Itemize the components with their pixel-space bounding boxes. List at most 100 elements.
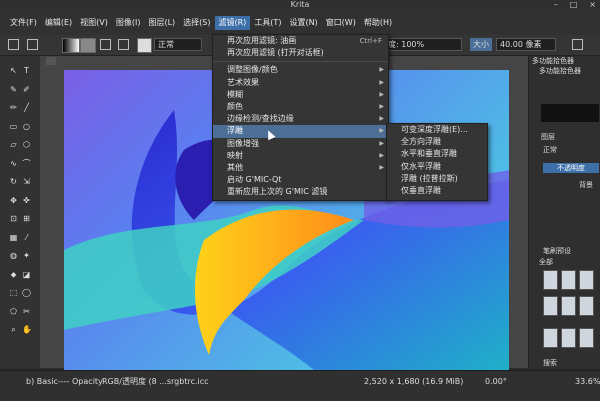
filter-menu-item[interactable]: 映射 ▶ xyxy=(213,150,388,162)
calligraphy-icon[interactable]: ✎ xyxy=(9,85,18,94)
filter-menu-item-label: 重新应用上次的 G'MIC 滤镜 xyxy=(227,187,328,197)
reference-icon[interactable]: ◪ xyxy=(22,270,31,279)
color-space: RGB/透明度 (8 ...srgbtrc.icc xyxy=(102,377,209,386)
brush-preset-icon[interactable] xyxy=(137,38,152,53)
filter-menu-item[interactable]: 浮雕 ▶ xyxy=(213,125,388,138)
filter-menu-item[interactable]: 模糊 ▶ xyxy=(213,89,388,101)
new-document-icon[interactable] xyxy=(8,39,19,50)
submenu-arrow-icon: ▶ xyxy=(379,66,384,74)
opacity-field[interactable]: 度: 100% xyxy=(384,38,462,51)
filter-menu-item[interactable]: 再次应用滤镜 (打开对话框) xyxy=(213,47,388,59)
menu-3[interactable]: 图像(I) xyxy=(112,16,145,30)
ellipse-icon[interactable]: ○ xyxy=(22,122,31,131)
menu-2[interactable]: 视图(V) xyxy=(76,16,112,30)
emboss-menu-item[interactable]: 仅水平浮雕 xyxy=(387,161,487,173)
colorpicker-icon[interactable]: ⁄ xyxy=(22,233,31,242)
layer-name[interactable]: 背景 xyxy=(579,181,593,190)
rect-select-icon[interactable]: ⬚ xyxy=(9,288,18,297)
brush-preset-thumbnail[interactable] xyxy=(579,270,594,290)
filter-menu-item[interactable]: 再次应用滤镜: 油画 Ctrl+F xyxy=(213,35,388,47)
polygon-icon[interactable]: ▱ xyxy=(9,140,18,149)
brush-preset-thumbnail[interactable] xyxy=(561,270,576,290)
filter-menu-item-label: 映射 xyxy=(227,150,243,160)
transform-icon[interactable]: ✥ xyxy=(9,196,18,205)
filter-menu-item[interactable]: 重新应用上次的 G'MIC 滤镜 xyxy=(213,186,388,198)
close-icon[interactable]: × xyxy=(589,0,596,10)
image-size: 2,520 x 1,680 (16.9 MiB) xyxy=(364,377,464,386)
pattern-selector[interactable] xyxy=(80,38,96,53)
foreground-color-icon[interactable] xyxy=(100,39,111,50)
move-icon[interactable]: ✜ xyxy=(22,196,31,205)
color-selector-widget[interactable] xyxy=(541,104,599,122)
layer-blend-mode[interactable]: 正常 xyxy=(543,146,557,155)
color-selector-tab[interactable]: 多功能拾色器 xyxy=(539,67,581,76)
filter-menu-item[interactable]: 边缘检测/查找边缘 ▶ xyxy=(213,113,388,125)
brush-preset-thumbnail[interactable] xyxy=(579,296,594,316)
contiguous-select-icon[interactable]: ✂ xyxy=(22,307,31,316)
crop-icon[interactable]: ⊡ xyxy=(9,214,18,223)
zoom-icon[interactable]: ⌕ xyxy=(9,325,18,334)
menu-6[interactable]: 滤镜(R) xyxy=(214,15,251,30)
emboss-menu-item[interactable]: 水平和垂直浮雕 xyxy=(387,148,487,160)
gradient-icon[interactable]: ▦ xyxy=(9,233,18,242)
dynamic-brush-icon[interactable]: ↻ xyxy=(9,177,18,186)
brush-preset-thumbnail[interactable] xyxy=(579,328,594,348)
menu-4[interactable]: 图层(L) xyxy=(144,16,179,30)
freehand-path-icon[interactable]: ⌒ xyxy=(22,159,31,168)
polygon-select-icon[interactable]: ⬠ xyxy=(9,307,18,316)
polyline-icon[interactable]: ⬡ xyxy=(22,140,31,149)
emboss-menu-item[interactable]: 仅垂直浮雕 xyxy=(387,185,487,197)
minimize-icon[interactable]: – xyxy=(554,0,558,10)
filter-menu-item[interactable]: 颜色 ▶ xyxy=(213,101,388,113)
menu-7[interactable]: 工具(T) xyxy=(250,16,285,30)
blend-mode-select[interactable]: 正常 xyxy=(154,38,202,51)
layer-opacity-button[interactable]: 不透明度 xyxy=(543,163,599,173)
menu-9[interactable]: 窗口(W) xyxy=(322,16,360,30)
menu-10[interactable]: 帮助(H) xyxy=(360,16,396,30)
document-tab[interactable] xyxy=(46,57,56,65)
multibrush-icon[interactable]: ⇲ xyxy=(22,177,31,186)
brush-preset-thumbnail[interactable] xyxy=(561,296,576,316)
menu-5[interactable]: 选择(S) xyxy=(179,16,214,30)
measure-icon[interactable]: ⬥ xyxy=(9,270,18,279)
brush-tag-select[interactable]: 全部 xyxy=(539,258,553,267)
brush-preset-thumbnail[interactable] xyxy=(561,328,576,348)
brush-preset-thumbnail[interactable] xyxy=(543,270,558,290)
grid-icon[interactable]: ⊞ xyxy=(22,214,31,223)
open-document-icon[interactable] xyxy=(27,39,38,50)
emboss-menu-item[interactable]: 浮雕 (拉普拉斯) xyxy=(387,173,487,185)
background-color-icon[interactable] xyxy=(118,39,129,50)
zoom-level[interactable]: 33.6% xyxy=(575,377,600,387)
gradient-selector[interactable] xyxy=(62,38,80,53)
filter-menu-item-label: 颜色 xyxy=(227,101,243,111)
pan-icon[interactable]: ✋ xyxy=(22,325,32,334)
menu-0[interactable]: 文件(F) xyxy=(6,16,41,30)
select-shapes-icon[interactable]: ↖ xyxy=(9,66,18,75)
submenu-arrow-icon: ▶ xyxy=(379,90,384,98)
brush-preset-thumbnail[interactable] xyxy=(543,296,558,316)
assistant-icon[interactable]: ✦ xyxy=(22,251,31,260)
filter-menu-item[interactable]: 调整图像/颜色 ▶ xyxy=(213,64,388,76)
menu-1[interactable]: 编辑(E) xyxy=(41,16,76,30)
freehand-brush-icon[interactable]: ✏ xyxy=(9,103,18,112)
bezier-icon[interactable]: ∿ xyxy=(9,159,18,168)
filter-menu-item-label: 其他 xyxy=(227,162,243,172)
filter-menu-item-label: 再次应用滤镜: 油画 xyxy=(227,36,297,45)
line-icon[interactable]: ╱ xyxy=(22,103,31,112)
menu-8[interactable]: 设置(N) xyxy=(285,16,321,30)
filter-menu-item[interactable]: 其他 ▶ xyxy=(213,162,388,174)
filter-menu-item[interactable]: 艺术效果 ▶ xyxy=(213,77,388,89)
text-icon[interactable]: T xyxy=(22,66,31,75)
brush-preset-thumbnail[interactable] xyxy=(543,328,558,348)
emboss-menu-item[interactable]: 可变深度浮雕(E)... xyxy=(387,124,487,136)
size-field[interactable]: 40.00 像素 xyxy=(496,38,556,51)
eraser-mode-icon[interactable] xyxy=(572,39,583,50)
rectangle-icon[interactable]: ▭ xyxy=(9,122,18,131)
fill-icon[interactable]: ◍ xyxy=(9,251,18,260)
emboss-menu-item[interactable]: 全方向浮雕 xyxy=(387,136,487,148)
filter-menu-item[interactable]: 启动 G'MIC-Qt xyxy=(213,174,388,186)
edit-shapes-icon[interactable]: ✐ xyxy=(22,85,31,94)
ellipse-select-icon[interactable]: ◯ xyxy=(22,288,31,297)
filter-menu-item[interactable]: 图像增强 ▶ xyxy=(213,138,388,150)
maximize-icon[interactable]: □ xyxy=(570,0,578,10)
